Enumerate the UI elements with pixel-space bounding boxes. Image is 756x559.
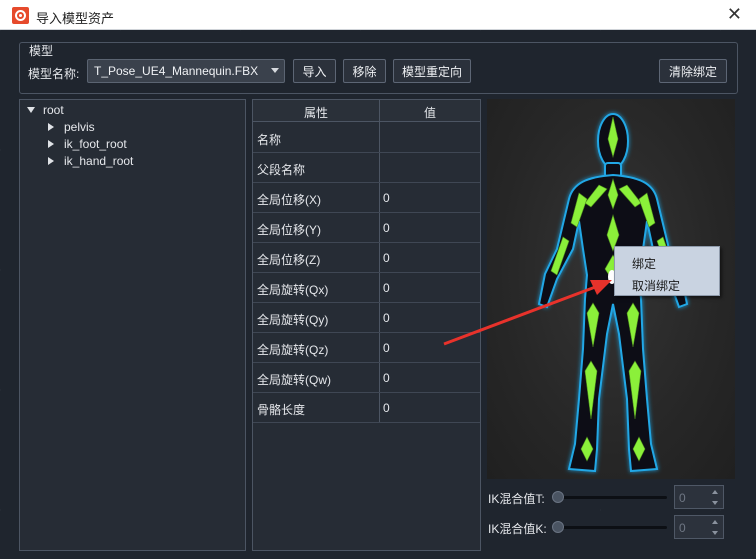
ik-blend-t-slider-handle[interactable]: [552, 491, 564, 503]
ik-blend-t-row: IK混合值T: 0: [487, 485, 737, 509]
chevron-down-icon[interactable]: [712, 531, 718, 535]
ik-blend-k-slider-handle[interactable]: [552, 521, 564, 533]
menu-item-unbind[interactable]: 取消绑定: [632, 277, 680, 294]
app-logo-icon: [12, 7, 29, 24]
ik-blend-t-value[interactable]: 0: [679, 491, 686, 505]
chevron-up-icon[interactable]: [712, 490, 718, 494]
ik-blend-t-slider[interactable]: [555, 496, 667, 499]
ik-blend-k-spinbox[interactable]: 0: [674, 515, 724, 539]
window-title: 导入模型资产: [36, 11, 115, 26]
context-menu: 绑定 取消绑定: [614, 246, 720, 296]
ik-blend-t-spinbox[interactable]: 0: [674, 485, 724, 509]
ik-blend-k-row: IK混合值K: 0: [487, 515, 737, 539]
ik-blend-k-label: IK混合值K:: [488, 522, 547, 536]
close-icon[interactable]: ✕: [727, 4, 742, 25]
ik-blend-t-label: IK混合值T:: [488, 492, 545, 506]
title-bar: 导入模型资产 ✕: [0, 0, 756, 30]
chevron-down-icon[interactable]: [712, 501, 718, 505]
ik-blend-k-value[interactable]: 0: [679, 521, 686, 535]
ik-blend-k-slider[interactable]: [555, 526, 667, 529]
dialog-body: 模型 模型名称: T_Pose_UE4_Mannequin.FBX 导入 移除 …: [0, 30, 756, 559]
menu-item-bind[interactable]: 绑定: [632, 255, 656, 272]
chevron-up-icon[interactable]: [712, 520, 718, 524]
